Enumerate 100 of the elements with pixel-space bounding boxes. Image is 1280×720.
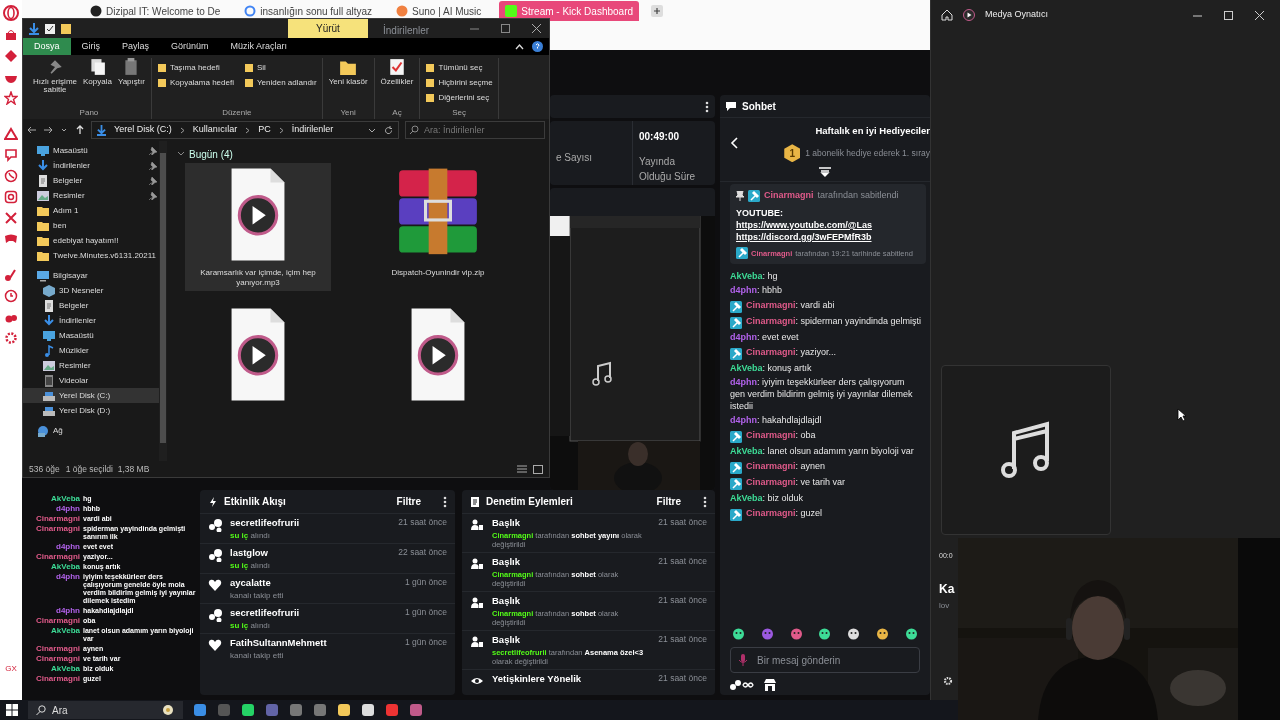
store-icon[interactable]: [764, 679, 776, 691]
ribbon-button[interactable]: Tümünü seç: [425, 62, 493, 74]
nav-item[interactable]: Belgeler: [23, 173, 159, 188]
ribbon-button[interactable]: Yapıştır: [116, 58, 146, 87]
close-x-icon[interactable]: [4, 211, 18, 225]
more-icon[interactable]: [703, 495, 707, 508]
nav-item[interactable]: Yerel Disk (C:): [23, 388, 159, 403]
music-icon[interactable]: [4, 268, 18, 282]
link[interactable]: https://www.youtube.com/@Las: [736, 219, 872, 230]
diamond-icon[interactable]: [4, 49, 18, 63]
nav-item[interactable]: İndirilenler: [23, 158, 159, 173]
ribbon-tab[interactable]: Dosya: [23, 38, 71, 55]
app-icon[interactable]: [337, 703, 351, 717]
file-item[interactable]: Dispatch-Oyunindir vip.zip: [365, 163, 511, 292]
message-field[interactable]: Bir mesaj gönderin: [730, 647, 920, 673]
settings-icon[interactable]: [4, 331, 18, 345]
ribbon-button[interactable]: Hızlı erişime sabitle: [32, 58, 78, 95]
bag-icon[interactable]: [4, 28, 18, 42]
scrollbar-thumb[interactable]: [160, 153, 166, 443]
ribbon-button[interactable]: Yeniden adlandır: [243, 77, 317, 89]
back-icon[interactable]: [27, 125, 37, 135]
browser-tab[interactable]: Dizipal IT: Welcome to De: [84, 1, 227, 21]
collapse-icon[interactable]: [515, 43, 524, 50]
search-field[interactable]: Ara: İndirilenler: [405, 121, 545, 139]
nav-item[interactable]: Adım 1: [23, 203, 159, 218]
details-view-icon[interactable]: [517, 464, 527, 474]
browser-tab[interactable]: Stream - Kick Dashboard: [499, 1, 640, 21]
triangle-icon[interactable]: [4, 127, 18, 141]
up-icon[interactable]: [75, 125, 85, 135]
camera-icon[interactable]: [4, 190, 18, 204]
ribbon-button[interactable]: Sil: [243, 62, 317, 74]
nav-item[interactable]: Videolar: [23, 373, 159, 388]
context-tab[interactable]: Yürüt: [288, 19, 368, 38]
nav-item[interactable]: Masaüstü: [23, 328, 159, 343]
nav-item[interactable]: edebiyat hayatım!!: [23, 233, 159, 248]
star-icon[interactable]: [4, 91, 18, 105]
emote-icon[interactable]: [904, 627, 918, 640]
address-bar[interactable]: Yerel Disk (C:) Kullanıcılar PC İndirilenler: [91, 121, 399, 139]
app-icon[interactable]: [361, 703, 375, 717]
ribbon-button[interactable]: Yeni klasör: [327, 58, 369, 87]
user-edit-icon: [470, 556, 484, 571]
emote-icon[interactable]: [732, 627, 745, 640]
nav-item[interactable]: Masaüstü: [23, 143, 159, 158]
windows-logo-icon[interactable]: [6, 704, 18, 716]
app-icon[interactable]: [241, 703, 255, 717]
close-icon[interactable]: [532, 24, 541, 33]
phone-icon[interactable]: [4, 169, 18, 183]
taskbar-search[interactable]: Ara: [28, 701, 183, 719]
ribbon-button[interactable]: Özellikler: [379, 58, 415, 87]
more-icon[interactable]: [705, 100, 709, 113]
new-tab-icon[interactable]: [651, 5, 664, 17]
tiles-view-icon[interactable]: [533, 464, 543, 474]
nav-item[interactable]: 3D Nesneler: [23, 283, 159, 298]
ribbon-button[interactable]: Kopyala: [82, 58, 113, 87]
ribbon-button[interactable]: Hiçbirini seçme: [425, 77, 493, 89]
home-icon[interactable]: [941, 9, 953, 21]
browser-tab[interactable]: Suno | AI Music: [390, 1, 488, 21]
help-icon[interactable]: [532, 41, 543, 52]
nav-item[interactable]: Resimler: [23, 358, 159, 373]
nav-item[interactable]: İndirilenler: [23, 313, 159, 328]
nav-item[interactable]: ben: [23, 218, 159, 233]
chat-username: d4phn: [56, 504, 80, 513]
maximize-icon[interactable]: [501, 24, 510, 33]
maximize-icon[interactable]: [1224, 10, 1233, 20]
nav-item[interactable]: Yerel Disk (D:): [23, 403, 159, 418]
nav-item[interactable]: Resimler: [23, 188, 159, 203]
ribbon-tab[interactable]: Müzik Araçları: [219, 38, 299, 55]
emote-icon[interactable]: [818, 627, 832, 640]
folder-icon[interactable]: [61, 23, 71, 34]
nav-item[interactable]: Twelve.Minutes.v6131.20211: [23, 248, 159, 263]
nav-item[interactable]: Müzikler: [23, 343, 159, 358]
link[interactable]: https://discord.gg/3wFEPMfR3b: [736, 232, 872, 243]
nav-item[interactable]: Bilgisayar: [23, 268, 159, 283]
download-icon[interactable]: [29, 22, 39, 35]
chat-bubble-icon[interactable]: [4, 148, 18, 162]
ribbon-tab[interactable]: Görünüm: [160, 38, 220, 55]
chat-username: d4phn: [56, 605, 80, 615]
small-command-icon: [425, 63, 436, 73]
emote-icon[interactable]: [847, 627, 861, 640]
filter-button[interactable]: Filtre: [396, 494, 421, 509]
more-icon[interactable]: [443, 495, 447, 508]
ribbon-button[interactable]: Taşıma hedefi: [156, 62, 234, 74]
nav-item[interactable]: Belgeler: [23, 298, 159, 313]
ribbon-button[interactable]: Kopyalama hedefi: [156, 77, 234, 89]
clock-icon[interactable]: [4, 289, 18, 303]
chat-username: Cinarmagni: [36, 643, 80, 653]
forward-icon[interactable]: [43, 125, 53, 135]
ribbon-button[interactable]: Diğerlerini seç: [425, 92, 493, 104]
ribbon-tab[interactable]: Giriş: [70, 38, 111, 55]
emote-icon[interactable]: [876, 627, 890, 640]
close-icon[interactable]: [1255, 10, 1264, 20]
checkbox-icon[interactable]: [45, 23, 55, 34]
nav-item[interactable]: Ağ: [23, 423, 159, 438]
bubbles-icon[interactable]: [730, 679, 754, 691]
app-icon[interactable]: [193, 703, 207, 717]
ribbon-tab[interactable]: Paylaş: [111, 38, 161, 55]
user-edit-icon: [470, 595, 484, 610]
file-item[interactable]: Karamsarlık var içimde, içim hep yanıyor.mp3: [185, 163, 331, 292]
browser-tab[interactable]: insanlığın sonu full altyaz: [238, 1, 379, 21]
filter-button[interactable]: Filtre: [656, 494, 681, 509]
